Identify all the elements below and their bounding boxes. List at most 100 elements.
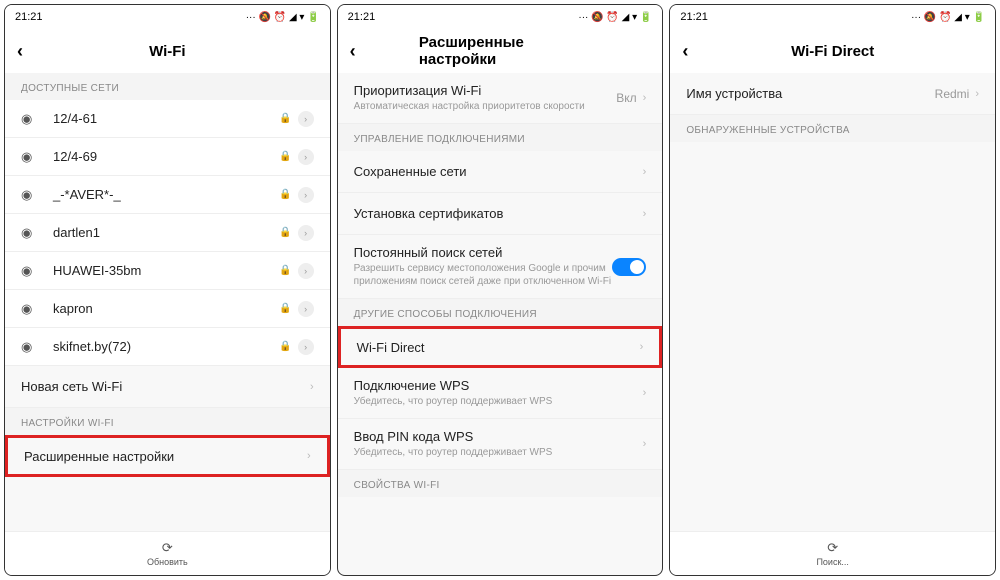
wifi-icon: ◉ — [21, 111, 39, 127]
device-label: Имя устройства — [686, 86, 934, 101]
section-other: ДРУГИЕ СПОСОБЫ ПОДКЛЮЧЕНИЯ — [338, 299, 663, 326]
header: ‹ Wi-Fi Direct — [670, 29, 995, 73]
advanced-label: Расширенные настройки — [24, 449, 307, 464]
phone-advanced: 21:21 ··· 🔕 ⏰ ◢ ▾ 🔋 ‹ Расширенные настро… — [337, 4, 664, 576]
wifi-icon: ◉ — [21, 187, 39, 203]
chevron-right-icon[interactable]: › — [298, 301, 314, 317]
new-network-row[interactable]: Новая сеть Wi-Fi› — [5, 366, 330, 408]
lock-icon: 🔒 — [279, 189, 291, 200]
scan-always-row: Постоянный поиск сетей Разрешить сервису … — [338, 235, 663, 299]
wifi-icon: ◉ — [21, 149, 39, 165]
chevron-right-icon[interactable]: › — [298, 339, 314, 355]
priority-sub: Автоматическая настройка приоритетов ско… — [354, 100, 617, 113]
back-icon[interactable]: ‹ — [350, 41, 356, 62]
network-row[interactable]: ◉ _-*AVER*-_🔒 › — [5, 176, 330, 214]
status-time: 21:21 — [15, 11, 43, 23]
new-network-label: Новая сеть Wi-Fi — [21, 379, 310, 394]
wifi-icon: ◉ — [21, 263, 39, 279]
search-icon: ⟳ — [827, 540, 838, 556]
wps-row[interactable]: Подключение WPS Убедитесь, что роутер под… — [338, 368, 663, 419]
header: ‹ Расширенные настройки — [338, 29, 663, 73]
lock-icon: 🔒 — [279, 303, 291, 314]
status-time: 21:21 — [348, 11, 376, 23]
network-name: dartlen1 — [53, 225, 279, 240]
status-icons: ··· 🔕 ⏰ ◢ ▾ 🔋 — [246, 12, 320, 23]
device-name-row[interactable]: Имя устройстваRedmi › — [670, 73, 995, 115]
section-settings: НАСТРОЙКИ WI-FI — [5, 408, 330, 435]
status-bar: 21:21 ··· 🔕 ⏰ ◢ ▾ 🔋 — [338, 5, 663, 29]
priority-title: Приоритизация Wi-Fi — [354, 83, 617, 98]
chevron-right-icon[interactable]: › — [298, 111, 314, 127]
back-icon[interactable]: ‹ — [682, 41, 688, 62]
section-connections: УПРАВЛЕНИЕ ПОДКЛЮЧЕНИЯМИ — [338, 124, 663, 151]
pin-title: Ввод PIN кода WPS — [354, 429, 643, 444]
status-time: 21:21 — [680, 11, 708, 23]
network-name: skifnet.by(72) — [53, 339, 279, 354]
wifi-icon: ◉ — [21, 301, 39, 317]
refresh-icon: ⟳ — [162, 540, 173, 556]
priority-row[interactable]: Приоритизация Wi-Fi Автоматическая настро… — [338, 73, 663, 124]
lock-icon: 🔒 — [279, 265, 291, 276]
chevron-right-icon[interactable]: › — [298, 263, 314, 279]
chevron-right-icon[interactable]: › — [298, 149, 314, 165]
network-row[interactable]: ◉ 12/4-69🔒 › — [5, 138, 330, 176]
scan-toggle[interactable] — [612, 258, 646, 276]
chevron-right-icon[interactable]: › — [298, 225, 314, 241]
wps-title: Подключение WPS — [354, 378, 643, 393]
page-title: Wi-Fi — [149, 43, 186, 60]
status-icons: ··· 🔕 ⏰ ◢ ▾ 🔋 — [911, 12, 985, 23]
chevron-right-icon: › — [643, 387, 647, 399]
certs-label: Установка сертификатов — [354, 206, 643, 221]
chevron-right-icon: › — [307, 450, 311, 462]
lock-icon: 🔒 — [279, 151, 291, 162]
chevron-right-icon: › — [643, 208, 647, 220]
priority-value: Вкл — [616, 91, 636, 105]
saved-networks-row[interactable]: Сохраненные сети› — [338, 151, 663, 193]
wifi-icon: ◉ — [21, 339, 39, 355]
network-row[interactable]: ◉12/4-61🔒› — [5, 100, 330, 138]
page-title: Wi-Fi Direct — [791, 43, 874, 60]
refresh-button[interactable]: ⟳Обновить — [5, 531, 330, 575]
refresh-label: Обновить — [147, 557, 188, 567]
status-bar: 21:21 ··· 🔕 ⏰ ◢ ▾ 🔋 — [5, 5, 330, 29]
install-certs-row[interactable]: Установка сертификатов› — [338, 193, 663, 235]
wps-sub: Убедитесь, что роутер поддерживает WPS — [354, 395, 643, 408]
section-available: ДОСТУПНЫЕ СЕТИ — [5, 73, 330, 100]
chevron-right-icon: › — [643, 438, 647, 450]
device-value: Redmi — [935, 87, 970, 101]
page-title: Расширенные настройки — [419, 34, 581, 68]
wps-pin-row[interactable]: Ввод PIN кода WPS Убедитесь, что роутер п… — [338, 419, 663, 470]
chevron-right-icon: › — [310, 381, 314, 393]
section-discovered: ОБНАРУЖЕННЫЕ УСТРОЙСТВА — [670, 115, 995, 142]
network-name: 12/4-69 — [53, 149, 279, 164]
search-label: Поиск... — [816, 557, 848, 567]
chevron-right-icon: › — [643, 166, 647, 178]
lock-icon: 🔒 — [279, 113, 291, 124]
chevron-right-icon: › — [640, 341, 644, 353]
header: ‹ Wi-Fi — [5, 29, 330, 73]
back-icon[interactable]: ‹ — [17, 41, 23, 62]
chevron-right-icon: › — [643, 92, 647, 104]
phone-wifi: 21:21 ··· 🔕 ⏰ ◢ ▾ 🔋 ‹ Wi-Fi ДОСТУПНЫЕ СЕ… — [4, 4, 331, 576]
status-icons: ··· 🔕 ⏰ ◢ ▾ 🔋 — [578, 12, 652, 23]
chevron-right-icon[interactable]: › — [298, 187, 314, 203]
network-name: HUAWEI-35bm — [53, 263, 279, 278]
advanced-settings-row[interactable]: Расширенные настройки› — [5, 435, 330, 477]
pin-sub: Убедитесь, что роутер поддерживает WPS — [354, 446, 643, 459]
scan-title: Постоянный поиск сетей — [354, 245, 613, 260]
wifi-icon: ◉ — [21, 225, 39, 241]
phone-direct: 21:21 ··· 🔕 ⏰ ◢ ▾ 🔋 ‹ Wi-Fi Direct Имя у… — [669, 4, 996, 576]
lock-icon: 🔒 — [279, 341, 291, 352]
search-button[interactable]: ⟳Поиск... — [670, 531, 995, 575]
network-row[interactable]: ◉kapron🔒› — [5, 290, 330, 328]
scan-sub: Разрешить сервису местоположения Google … — [354, 262, 613, 288]
wifi-direct-row[interactable]: Wi-Fi Direct› — [338, 326, 663, 368]
chevron-right-icon: › — [975, 88, 979, 100]
status-bar: 21:21 ··· 🔕 ⏰ ◢ ▾ 🔋 — [670, 5, 995, 29]
network-name: _-*AVER*-_ — [53, 187, 279, 202]
network-row[interactable]: ◉ dartlen1🔒 › — [5, 214, 330, 252]
network-list: ◉12/4-61🔒› ◉12/4-69🔒› ◉_-*AVER*-_🔒› ◉dar… — [5, 100, 330, 366]
network-row[interactable]: ◉ HUAWEI-35bm🔒 › — [5, 252, 330, 290]
lock-icon: 🔒 — [279, 227, 291, 238]
network-row[interactable]: ◉ skifnet.by(72)🔒 › — [5, 328, 330, 366]
